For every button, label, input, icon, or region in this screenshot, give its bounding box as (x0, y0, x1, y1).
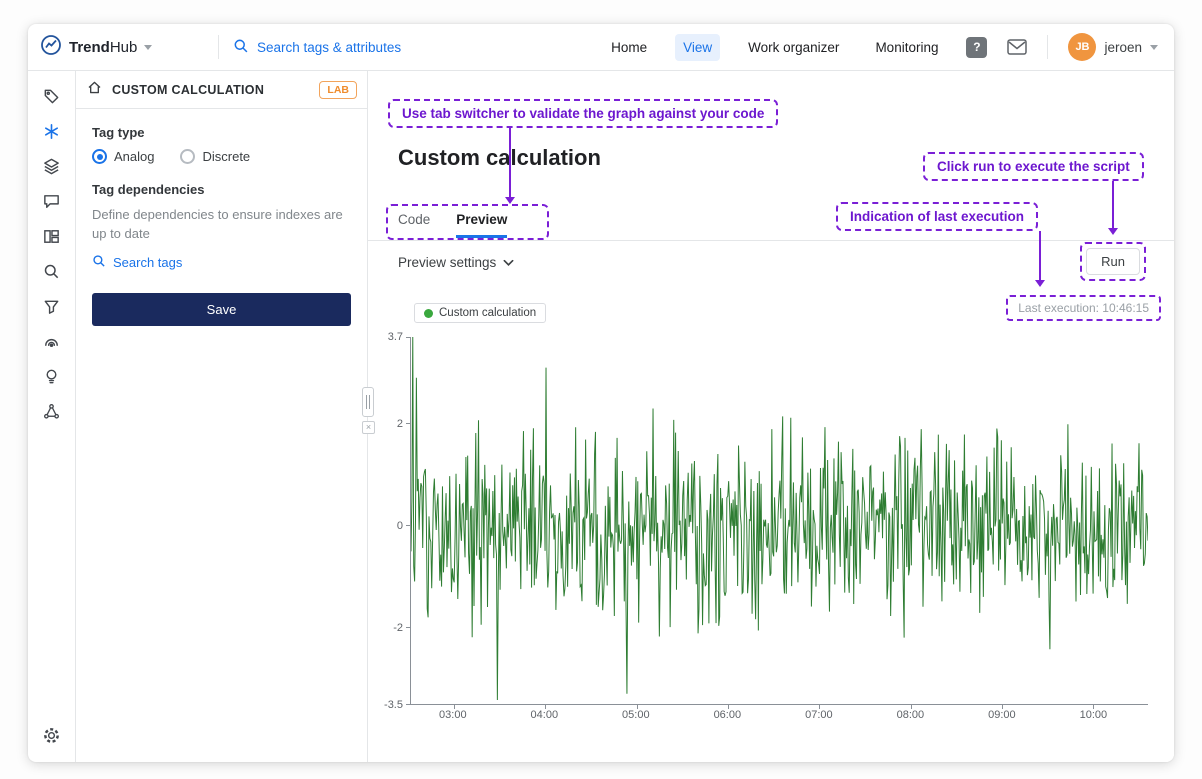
run-annotation-box: Run (1080, 242, 1146, 281)
brand-chevron-down-icon[interactable] (144, 45, 152, 50)
brand-name-light: Hub (110, 39, 138, 56)
panel-body: Tag type Analog Discrete Tag dependencie… (76, 109, 367, 342)
annotation-last-execution-arrow (1039, 231, 1041, 285)
tab-preview[interactable]: Preview (456, 212, 507, 238)
splitter-close-icon[interactable]: × (362, 421, 375, 434)
tag-icon[interactable] (35, 81, 69, 111)
tag-type-options: Analog Discrete (92, 149, 351, 164)
tab-bar: Code Preview (398, 212, 507, 238)
annotation-run-arrow (1112, 181, 1114, 233)
search-tags-icon (92, 254, 106, 271)
radio-discrete-label: Discrete (202, 149, 250, 164)
preview-settings-label: Preview settings (398, 255, 496, 270)
annotation-tab-arrow (509, 126, 511, 202)
tabs-divider (368, 240, 1174, 241)
filter-icon[interactable] (35, 291, 69, 321)
radio-analog[interactable]: Analog (92, 149, 154, 164)
legend-label: Custom calculation (439, 307, 536, 319)
layers-icon[interactable] (35, 151, 69, 181)
search-tags-label: Search tags (113, 255, 182, 270)
tag-dependencies-hint: Define dependencies to ensure indexes ar… (92, 206, 351, 244)
main-area: Use tab switcher to validate the graph a… (368, 71, 1174, 762)
topbar-right: Home View Work organizer Monitoring ? JB… (603, 33, 1158, 61)
y-axis-labels: 3.720-2-3.5 (374, 337, 410, 705)
chart: 3.720-2-3.5 03:0004:0005:0006:0007:0008:… (374, 337, 1148, 729)
nav-item-work-organizer[interactable]: Work organizer (740, 34, 847, 61)
topbar-divider (218, 35, 219, 59)
nav-item-view[interactable]: View (675, 34, 720, 61)
radio-discrete[interactable]: Discrete (180, 149, 250, 164)
tool-rail (28, 71, 76, 762)
panel-splitter: × (362, 387, 375, 434)
brand-name-bold: Trend (69, 39, 110, 56)
user-chevron-down-icon (1150, 45, 1158, 50)
chart-plot[interactable] (410, 337, 1148, 705)
noise-polyline (411, 337, 1148, 700)
radio-analog-dot (92, 149, 107, 164)
radio-analog-label: Analog (114, 149, 154, 164)
calculation-icon[interactable] (35, 116, 69, 146)
comments-icon[interactable] (35, 186, 69, 216)
ideas-icon[interactable] (35, 361, 69, 391)
content-area: CUSTOM CALCULATION LAB Tag type Analog D… (28, 71, 1174, 762)
x-axis-labels: 03:0004:0005:0006:0007:0008:0009:0010:00 (410, 709, 1148, 725)
dashboard-icon[interactable] (35, 221, 69, 251)
splitter-drag-handle[interactable] (362, 387, 374, 417)
nav-item-home[interactable]: Home (603, 34, 655, 61)
radio-discrete-dot (180, 149, 195, 164)
annotation-tab-switcher: Use tab switcher to validate the graph a… (388, 99, 778, 128)
home-icon[interactable] (86, 79, 103, 101)
legend-dot-icon (424, 309, 433, 318)
tag-dependencies-label: Tag dependencies (92, 182, 351, 197)
search-placeholder: Search tags & attributes (257, 40, 401, 55)
mail-icon[interactable] (1007, 39, 1027, 55)
chart-legend: Custom calculation (414, 303, 546, 323)
page-title: Custom calculation (398, 145, 601, 171)
run-button[interactable]: Run (1086, 248, 1140, 275)
nav-item-monitoring[interactable]: Monitoring (867, 34, 946, 61)
top-bar: TrendHub Search tags & attributes Home V… (28, 24, 1174, 71)
annotation-last-execution: Indication of last execution (836, 202, 1038, 231)
left-panel: CUSTOM CALCULATION LAB Tag type Analog D… (76, 71, 368, 762)
settings-icon[interactable] (35, 720, 69, 750)
chart-line-svg (411, 337, 1148, 704)
experiments-icon[interactable] (35, 396, 69, 426)
tag-type-label: Tag type (92, 125, 351, 140)
brand-name: TrendHub (69, 39, 137, 56)
last-execution-status: Last execution: 10:46:15 (1006, 295, 1161, 321)
user-menu[interactable]: JB jeroen (1068, 33, 1158, 61)
topbar-user-divider (1047, 35, 1048, 59)
signal-icon[interactable] (35, 326, 69, 356)
help-icon[interactable]: ? (966, 37, 987, 58)
tab-code[interactable]: Code (398, 212, 430, 238)
annotation-run: Click run to execute the script (923, 152, 1144, 181)
panel-title: CUSTOM CALCULATION (112, 83, 310, 97)
search-tags-link[interactable]: Search tags (92, 254, 351, 271)
rail-search-icon[interactable] (35, 256, 69, 286)
preview-settings-dropdown[interactable]: Preview settings (398, 255, 514, 270)
brand[interactable]: TrendHub (40, 34, 218, 61)
user-name: jeroen (1104, 40, 1142, 55)
chevron-down-icon (503, 255, 514, 270)
brand-logo-icon (40, 34, 62, 61)
panel-header: CUSTOM CALCULATION LAB (76, 71, 367, 109)
global-search[interactable]: Search tags & attributes (233, 38, 401, 57)
avatar: JB (1068, 33, 1096, 61)
search-icon (233, 38, 249, 57)
app-window: TrendHub Search tags & attributes Home V… (28, 24, 1174, 762)
save-button[interactable]: Save (92, 293, 351, 326)
lab-badge: LAB (319, 81, 357, 99)
